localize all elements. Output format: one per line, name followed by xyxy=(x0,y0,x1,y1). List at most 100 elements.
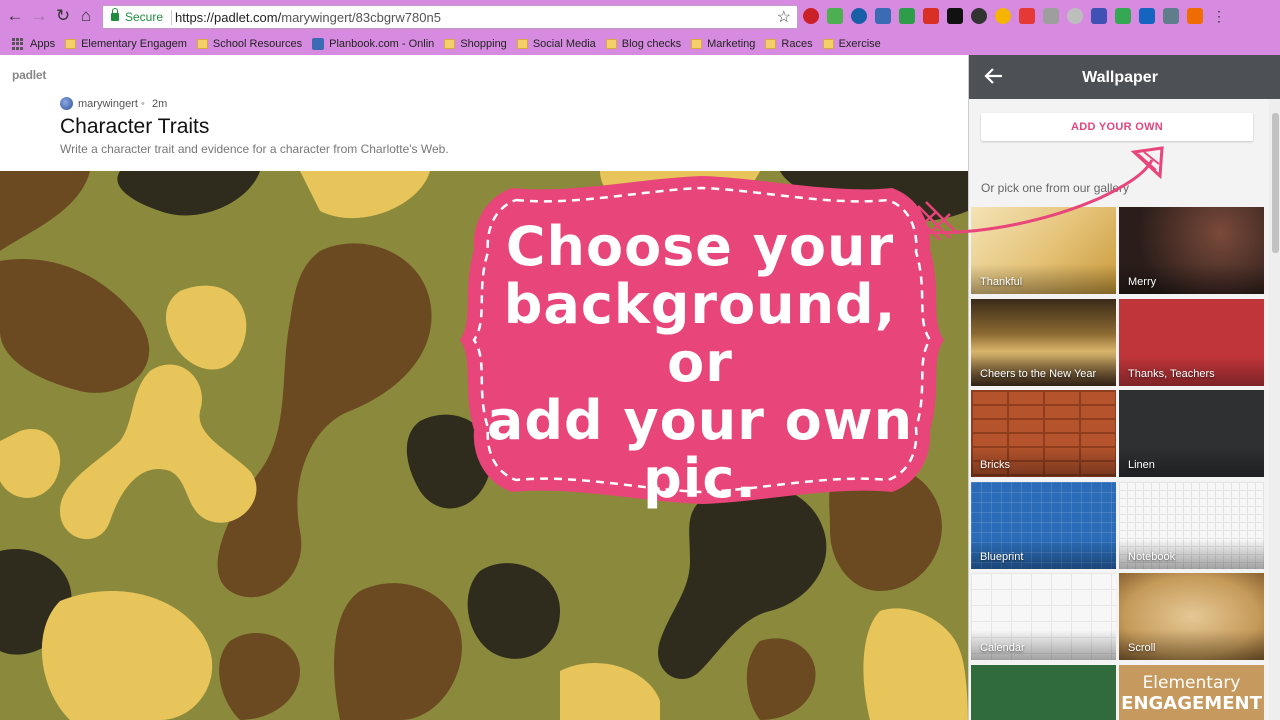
play-extension-icon[interactable] xyxy=(947,8,963,24)
bookmark-blog-checks[interactable]: Blog checks xyxy=(605,33,681,55)
url-path: marywingert/83cbgrw780n5 xyxy=(281,10,441,25)
scrollbar-thumb[interactable] xyxy=(1272,113,1279,253)
bookmark-label: School Resources xyxy=(212,38,303,50)
bookmark-social-media[interactable]: Social Media xyxy=(516,33,596,55)
wallpaper-tile-cheers[interactable]: Cheers to the New Year xyxy=(971,299,1116,386)
wallpaper-tile-linen[interactable]: Linen xyxy=(1119,390,1264,477)
add-your-own-button[interactable]: ADD YOUR OWN xyxy=(981,113,1253,141)
lock-icon xyxy=(111,8,119,21)
avatar[interactable] xyxy=(60,97,73,110)
extension-red-icon[interactable] xyxy=(1019,8,1035,24)
tile-label: Thankful xyxy=(980,276,1023,288)
bookmark-shopping[interactable]: Shopping xyxy=(444,33,507,55)
bookmark-label: Shopping xyxy=(460,38,507,50)
tile-label: Linen xyxy=(1128,459,1155,471)
bookmark-star-icon[interactable]: ☆ xyxy=(777,7,791,27)
wallpaper-tile-thanks-teachers[interactable]: Thanks, Teachers xyxy=(1119,299,1264,386)
check-extension-icon[interactable] xyxy=(899,8,915,24)
board-title[interactable]: Character Traits xyxy=(60,115,209,139)
bookmarks-bar: Apps Elementary Engagem School Resources… xyxy=(0,33,1280,55)
callout-line: Choose your xyxy=(505,215,895,278)
extension-dark-icon[interactable] xyxy=(971,8,987,24)
forward-icon[interactable]: → xyxy=(28,5,50,27)
tile-label: Calendar xyxy=(980,642,1025,654)
tile-logo-text: ENGAGEMENT xyxy=(1121,693,1262,714)
menu-dots-icon[interactable]: ⋮ xyxy=(1211,8,1227,24)
calendar-extension-icon[interactable] xyxy=(875,8,891,24)
folder-icon xyxy=(691,39,703,49)
gmail-icon[interactable] xyxy=(923,8,939,24)
wallpaper-tile-elementary-engagement[interactable]: Elementary ENGAGEMENT xyxy=(1119,665,1264,720)
extension-gray-icon[interactable] xyxy=(1043,8,1059,24)
omnibox-divider xyxy=(171,10,172,25)
wallpaper-tile-bricks[interactable]: Bricks xyxy=(971,390,1116,477)
post-age: 2m xyxy=(152,98,168,110)
drive-icon[interactable] xyxy=(1115,8,1131,24)
callout-line: pic. xyxy=(643,447,757,510)
url-text[interactable]: https://padlet.com/marywingert/83cbgrw78… xyxy=(175,10,441,25)
folder-icon xyxy=(765,39,777,49)
folder-icon xyxy=(196,39,208,49)
tile-label: Bricks xyxy=(980,459,1010,471)
wallpaper-tile-notebook[interactable]: Notebook xyxy=(1119,482,1264,569)
bookmark-planbook[interactable]: Planbook.com - Onlin xyxy=(312,33,434,55)
pinterest-icon[interactable] xyxy=(803,8,819,24)
address-bar[interactable]: Secure https://padlet.com/marywingert/83… xyxy=(102,5,798,29)
wallpaper-tile-blueprint[interactable]: Blueprint xyxy=(971,482,1116,569)
bookmark-elementary-engagement[interactable]: Elementary Engagem xyxy=(65,33,187,55)
wallpaper-tile-scroll[interactable]: Scroll xyxy=(1119,573,1264,660)
extension-indigo-icon[interactable] xyxy=(1091,8,1107,24)
reload-icon[interactable]: ↻ xyxy=(52,5,74,27)
author-name[interactable]: marywingert xyxy=(78,98,138,110)
back-icon[interactable]: ← xyxy=(4,5,26,27)
bookmark-label: Races xyxy=(781,38,813,50)
extension-blue-icon[interactable] xyxy=(851,8,867,24)
tile-label: Notebook xyxy=(1128,551,1176,563)
tile-label: Thanks, Teachers xyxy=(1128,368,1215,380)
callout-line: add your own xyxy=(486,389,914,452)
extension-bulb-icon[interactable] xyxy=(1163,8,1179,24)
callout-line: background, or xyxy=(503,273,897,394)
panel-title: Wallpaper xyxy=(1082,69,1158,86)
bookmark-exercise[interactable]: Exercise xyxy=(822,33,881,55)
bookmark-label: Planbook.com - Onlin xyxy=(329,38,435,50)
folder-icon xyxy=(65,39,77,49)
wallpaper-tile-chalkboard[interactable] xyxy=(971,665,1116,720)
tile-label: Blueprint xyxy=(980,551,1024,563)
callout-text: Choose your background, or add your own … xyxy=(470,218,930,508)
annotation-arrow xyxy=(909,146,1164,241)
apps-grid-icon xyxy=(12,38,24,50)
extension-green-icon[interactable] xyxy=(827,8,843,24)
browser-chrome: ← → ↻ ⌂ Secure https://padlet.com/marywi… xyxy=(0,0,1280,55)
bookmark-label: Social Media xyxy=(532,38,596,50)
folder-icon xyxy=(822,39,834,49)
board-description[interactable]: Write a character trait and evidence for… xyxy=(60,142,449,156)
meta-separator: • xyxy=(141,98,145,110)
wallpaper-tile-calendar[interactable]: Calendar xyxy=(971,573,1116,660)
bookmark-label: Elementary Engagem xyxy=(81,38,187,50)
extension-light-icon[interactable] xyxy=(1067,8,1083,24)
bookmark-apps[interactable]: Apps xyxy=(0,33,55,55)
extension-icons: ⋮ xyxy=(803,8,1227,26)
padlet-logo[interactable]: padlet xyxy=(12,68,46,82)
extension-orange-icon[interactable] xyxy=(1187,8,1203,24)
tile-label: Merry xyxy=(1128,276,1157,288)
folder-icon xyxy=(516,39,528,49)
bookmark-races[interactable]: Races xyxy=(765,33,813,55)
tile-logo-text: Elementary xyxy=(1142,673,1241,693)
folder-icon xyxy=(444,39,456,49)
extension-stack-icon[interactable] xyxy=(1139,8,1155,24)
extension-yellow-icon[interactable] xyxy=(995,8,1011,24)
board-header: padlet marywingert • 2m Character Traits… xyxy=(0,55,968,171)
bookmark-marketing[interactable]: Marketing xyxy=(691,33,755,55)
bookmark-label: Exercise xyxy=(838,38,881,50)
home-icon[interactable]: ⌂ xyxy=(75,5,97,27)
bookmark-label: Marketing xyxy=(707,38,756,50)
panel-header: Wallpaper xyxy=(969,55,1280,99)
folder-icon xyxy=(605,39,617,49)
tile-label: Scroll xyxy=(1128,642,1156,654)
url-host: https://padlet.com/ xyxy=(175,10,282,25)
bookmark-school-resources[interactable]: School Resources xyxy=(196,33,303,55)
tile-label: Cheers to the New Year xyxy=(980,368,1097,380)
bookmark-label: Apps xyxy=(30,38,56,50)
